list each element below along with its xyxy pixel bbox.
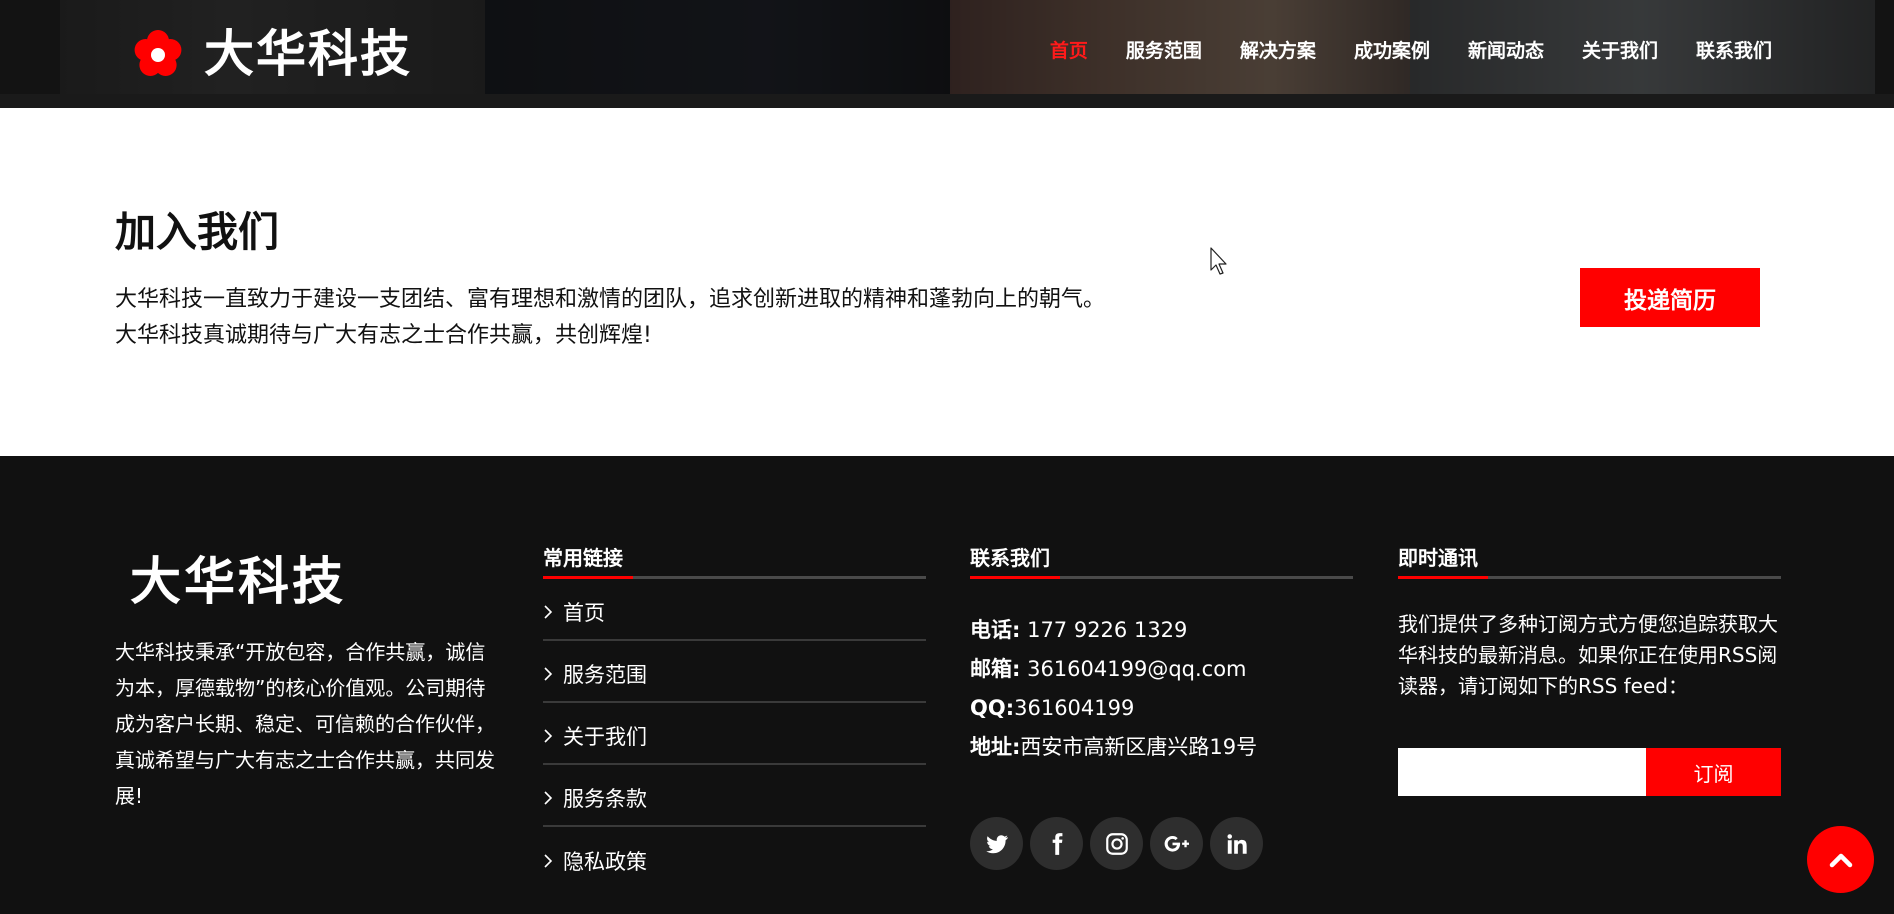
column-divider	[970, 576, 1353, 579]
contact-list: 电话: 177 9226 1329 邮箱: 361604199@qq.com Q…	[970, 611, 1353, 767]
chevron-right-icon	[544, 729, 553, 743]
contact-qq: QQ:361604199	[970, 689, 1353, 728]
footer-contact-column: 联系我们 电话: 177 9226 1329 邮箱: 361604199@qq.…	[970, 542, 1353, 870]
header-bottom-band	[0, 94, 1894, 108]
google-plus-icon	[1164, 835, 1189, 852]
subscribe-form: 订阅	[1398, 748, 1781, 796]
chevron-right-icon	[544, 791, 553, 805]
flower-logo-icon	[134, 30, 182, 76]
main-nav: 首页 服务范围 解决方案 成功案例 新闻动态 关于我们 联系我们	[1050, 36, 1772, 63]
footer-link-privacy[interactable]: 隐私政策	[543, 827, 926, 889]
footer-link-label: 服务条款	[563, 787, 647, 811]
chevron-right-icon	[544, 667, 553, 681]
linkedin-button[interactable]	[1210, 817, 1263, 870]
contact-address-value: 西安市高新区唐兴路19号	[1020, 735, 1258, 759]
contact-email: 邮箱: 361604199@qq.com	[970, 650, 1353, 689]
instagram-button[interactable]	[1090, 817, 1143, 870]
footer-newsletter-title: 即时通讯	[1398, 546, 1478, 570]
column-divider-accent	[1398, 576, 1488, 579]
column-divider-accent	[543, 576, 633, 579]
join-desc-line: 大华科技真诚期待与广大有志之士合作共赢，共创辉煌!	[115, 323, 652, 348]
nav-item-contact[interactable]: 联系我们	[1696, 36, 1772, 63]
footer-link-about[interactable]: 关于我们	[543, 703, 926, 765]
footer-link-label: 隐私政策	[563, 850, 647, 874]
nav-item-solutions[interactable]: 解决方案	[1240, 36, 1316, 63]
contact-phone: 电话: 177 9226 1329	[970, 611, 1353, 650]
footer-brand: 大华科技	[130, 553, 347, 612]
linkedin-icon	[1226, 833, 1247, 854]
mouse-cursor-icon	[1210, 247, 1227, 275]
site-header: 大华科技 首页 服务范围 解决方案 成功案例 新闻动态 关于我们 联系我们	[0, 0, 1894, 108]
logo-text: 大华科技	[204, 25, 412, 83]
footer-link-label: 首页	[563, 601, 605, 625]
chevron-up-icon	[1829, 853, 1852, 867]
footer-link-label: 关于我们	[563, 725, 647, 749]
column-divider	[1398, 576, 1781, 579]
nav-item-services[interactable]: 服务范围	[1126, 36, 1202, 63]
contact-email-value[interactable]: 361604199@qq.com	[1020, 657, 1246, 681]
submit-resume-button[interactable]: 投递简历	[1580, 268, 1760, 327]
back-to-top-button[interactable]	[1807, 826, 1874, 893]
nav-item-home[interactable]: 首页	[1050, 36, 1088, 63]
footer-link-home[interactable]: 首页	[543, 579, 926, 641]
subscribe-button[interactable]: 订阅	[1646, 748, 1781, 796]
footer-newsletter-column: 即时通讯 我们提供了多种订阅方式方便您追踪获取大华科技的最新消息。如果你正在使用…	[1398, 542, 1781, 796]
facebook-icon	[1052, 832, 1062, 855]
newsletter-description: 我们提供了多种订阅方式方便您追踪获取大华科技的最新消息。如果你正在使用RSS阅读…	[1398, 612, 1778, 698]
site-footer: 大华科技 大华科技秉承“开放包容，合作共赢，诚信为本，厚德载物”的核心价值观。公…	[0, 456, 1894, 914]
contact-phone-value: 177 9226 1329	[1020, 618, 1188, 642]
footer-link-label: 服务范围	[563, 663, 647, 687]
chevron-right-icon	[544, 605, 553, 619]
nav-item-news[interactable]: 新闻动态	[1468, 36, 1544, 63]
facebook-button[interactable]	[1030, 817, 1083, 870]
contact-email-label: 邮箱:	[970, 657, 1021, 681]
footer-links-column: 常用链接 首页 服务范围 关于我们 服务条款 隐私政策	[543, 542, 926, 889]
twitter-icon	[985, 834, 1008, 853]
footer-link-terms[interactable]: 服务条款	[543, 765, 926, 827]
contact-phone-label: 电话:	[970, 618, 1021, 642]
contact-address: 地址:西安市高新区唐兴路19号	[970, 728, 1353, 767]
chevron-right-icon	[544, 854, 553, 868]
join-title: 加入我们	[115, 208, 279, 256]
column-divider-accent	[970, 576, 1060, 579]
join-description: 大华科技一直致力于建设一支团结、富有理想和激情的团队，追求创新进取的精神和蓬勃向…	[115, 282, 1105, 354]
footer-contact-title: 联系我们	[970, 546, 1050, 570]
instagram-icon	[1105, 832, 1128, 855]
footer-links-list: 首页 服务范围 关于我们 服务条款 隐私政策	[543, 579, 926, 889]
google-plus-button[interactable]	[1150, 817, 1203, 870]
contact-qq-value: 361604199	[1014, 696, 1135, 720]
site-logo[interactable]: 大华科技	[132, 24, 412, 84]
footer-links-title: 常用链接	[543, 546, 623, 570]
subscribe-email-input[interactable]	[1398, 748, 1646, 796]
nav-item-cases[interactable]: 成功案例	[1354, 36, 1430, 63]
footer-link-services[interactable]: 服务范围	[543, 641, 926, 703]
column-divider	[543, 576, 926, 579]
twitter-button[interactable]	[970, 817, 1023, 870]
nav-item-about[interactable]: 关于我们	[1582, 36, 1658, 63]
social-links	[970, 817, 1353, 870]
join-desc-line: 大华科技一直致力于建设一支团结、富有理想和激情的团队，追求创新进取的精神和蓬勃向…	[115, 287, 1106, 312]
contact-address-label: 地址:	[970, 735, 1021, 759]
footer-about-text: 大华科技秉承“开放包容，合作共赢，诚信为本，厚德载物”的核心价值观。公司期待成为…	[115, 640, 495, 808]
contact-qq-label: QQ:	[970, 696, 1015, 720]
